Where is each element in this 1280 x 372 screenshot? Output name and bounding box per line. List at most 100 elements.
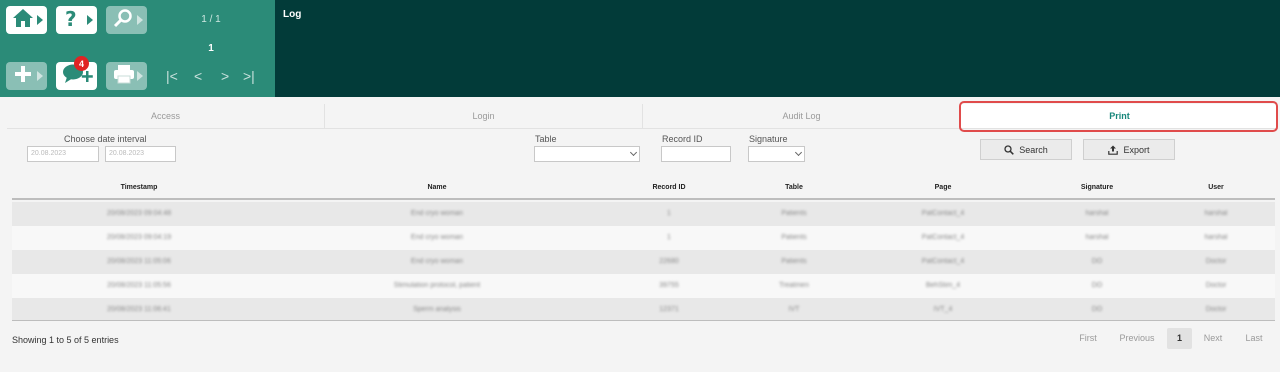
column-header-page[interactable]: Page xyxy=(935,184,952,191)
cell-table: IVT xyxy=(788,306,800,313)
home-icon xyxy=(12,8,34,33)
cell-table: Patients xyxy=(781,210,807,217)
column-header-table[interactable]: Table xyxy=(785,184,803,191)
cell-signature: harshal xyxy=(1085,210,1109,217)
date-interval-label: Choose date interval xyxy=(64,134,147,144)
cell-record-id: 1 xyxy=(667,210,671,217)
cell-name: Stimulation protocol, patient xyxy=(393,282,481,289)
cell-name: End cryo woman xyxy=(410,210,464,217)
cell-signature: DO xyxy=(1091,282,1103,289)
table-select[interactable] xyxy=(534,146,640,162)
column-header-user[interactable]: User xyxy=(1208,184,1224,191)
signature-select[interactable] xyxy=(748,146,805,162)
dropdown-arrow-icon xyxy=(87,15,93,25)
column-header-timestamp[interactable]: Timestamp xyxy=(121,184,158,191)
cell-timestamp: 20/08/2023 11:05:56 xyxy=(107,282,171,289)
page-title: Log xyxy=(283,9,302,20)
table-bottom-divider xyxy=(12,320,1275,321)
cell-table: Patients xyxy=(781,234,807,241)
export-button[interactable]: Export xyxy=(1083,139,1175,160)
tab-bar: Access Login Audit Log Print xyxy=(7,104,1278,129)
cell-table: Treatmen xyxy=(779,282,809,289)
cell-page: PatContact_4 xyxy=(921,210,965,217)
tab-access[interactable]: Access xyxy=(7,104,325,128)
search-tool-button[interactable] xyxy=(106,6,147,34)
chevron-down-icon xyxy=(629,148,638,157)
cell-user: Doctor xyxy=(1205,282,1227,289)
table-row[interactable]: 20/08/2023 11:05:06 End cryo woman 22680… xyxy=(12,250,1275,274)
search-button[interactable]: Search xyxy=(980,139,1072,160)
cell-table: Patients xyxy=(781,258,807,265)
table-row[interactable]: 20/08/2023 11:06:41 Sperm analysis 12371… xyxy=(12,298,1275,320)
cell-timestamp: 20/08/2023 11:05:06 xyxy=(107,258,171,265)
cell-page: IVT_4 xyxy=(933,306,953,313)
cell-name: End cryo woman xyxy=(410,234,464,241)
help-icon: ? xyxy=(62,7,80,34)
page-current: 1 xyxy=(208,43,214,54)
cell-page: BehStim_4 xyxy=(925,282,961,289)
search-icon xyxy=(1004,144,1015,155)
cell-record-id: 22680 xyxy=(659,258,679,265)
pagination-page-1[interactable]: 1 xyxy=(1167,328,1192,349)
record-id-label: Record ID xyxy=(662,134,703,144)
cell-timestamp: 20/08/2023 09:04:19 xyxy=(106,234,172,241)
pagination-next[interactable]: Next xyxy=(1199,328,1227,349)
cell-name: End cryo woman xyxy=(410,258,464,265)
page-count: 1 / 1 xyxy=(201,14,221,25)
cell-signature: harshal xyxy=(1085,234,1109,241)
cell-timestamp: 20/08/2023 11:06:41 xyxy=(107,306,171,313)
last-record-icon[interactable]: >| xyxy=(243,68,255,84)
toolbar: ? 4 1 / 1 1 |< < > >| xyxy=(0,0,275,97)
cell-page: PatContact_4 xyxy=(921,258,965,265)
cell-page: PatContact_4 xyxy=(921,234,965,241)
dropdown-arrow-icon xyxy=(137,15,143,25)
cell-name: Sperm analysis xyxy=(413,306,461,313)
export-icon xyxy=(1108,145,1119,155)
cell-user: Doctor xyxy=(1205,306,1227,313)
app-header: ? 4 1 / 1 1 |< < > >| Log xyxy=(0,0,1280,97)
dropdown-arrow-icon xyxy=(37,71,43,81)
help-button[interactable]: ? xyxy=(56,6,97,34)
column-header-signature[interactable]: Signature xyxy=(1081,184,1113,191)
home-button[interactable] xyxy=(6,6,47,34)
pagination-last[interactable]: Last xyxy=(1238,328,1270,349)
cell-timestamp: 20/08/2023 09:04:48 xyxy=(106,210,172,217)
cell-signature: DO xyxy=(1091,306,1103,313)
cell-record-id: 12371 xyxy=(659,306,679,313)
cell-user: harshal xyxy=(1204,210,1228,217)
dropdown-arrow-icon xyxy=(137,71,143,81)
date-from-field[interactable]: 20.08.2023 xyxy=(27,146,99,162)
cell-user: harshal xyxy=(1204,234,1228,241)
export-button-label: Export xyxy=(1123,144,1150,155)
table-label: Table xyxy=(535,134,557,144)
column-header-record-id[interactable]: Record ID xyxy=(652,184,685,191)
pagination-first[interactable]: First xyxy=(1072,328,1104,349)
add-button[interactable] xyxy=(6,62,47,90)
table-row[interactable]: 20/08/2023 09:04:48 End cryo woman 1 Pat… xyxy=(12,202,1275,226)
entries-info: Showing 1 to 5 of 5 entries xyxy=(12,335,119,345)
dropdown-arrow-icon xyxy=(37,15,43,25)
cell-record-id: 39755 xyxy=(659,282,679,289)
date-to-field[interactable]: 20.08.2023 xyxy=(105,146,176,162)
tab-login[interactable]: Login xyxy=(325,104,643,128)
tab-audit-log[interactable]: Audit Log xyxy=(643,104,961,128)
table-row[interactable]: 20/08/2023 09:04:19 End cryo woman 1 Pat… xyxy=(12,226,1275,250)
cell-record-id: 1 xyxy=(667,234,671,241)
record-id-field[interactable] xyxy=(661,146,731,162)
previous-record-icon[interactable]: < xyxy=(194,68,202,84)
next-record-icon[interactable]: > xyxy=(221,68,229,84)
pagination-previous[interactable]: Previous xyxy=(1114,328,1160,349)
print-button[interactable] xyxy=(106,62,147,90)
table-row[interactable]: 20/08/2023 11:05:56 Stimulation protocol… xyxy=(12,274,1275,298)
cell-signature: DO xyxy=(1091,258,1103,265)
tab-print[interactable]: Print xyxy=(961,104,1278,128)
svg-text:?: ? xyxy=(65,7,77,29)
print-icon xyxy=(112,64,136,89)
search-icon xyxy=(112,8,134,33)
table-header: Timestamp Name Record ID Table Page Sign… xyxy=(12,178,1275,200)
column-header-name[interactable]: Name xyxy=(427,184,446,191)
notification-badge: 4 xyxy=(74,56,89,71)
first-record-icon[interactable]: |< xyxy=(166,68,178,84)
cell-user: Doctor xyxy=(1205,258,1227,265)
search-button-label: Search xyxy=(1019,144,1048,155)
